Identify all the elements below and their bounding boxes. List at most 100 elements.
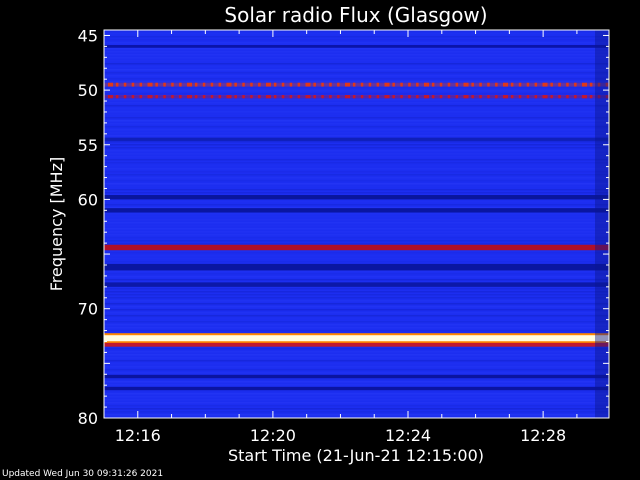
band-2-dot — [392, 95, 395, 99]
band-2-dot — [194, 95, 198, 99]
band-1-dot — [558, 82, 561, 87]
band-2-dot — [518, 95, 522, 99]
texture-line — [104, 297, 609, 299]
band-3 — [104, 137, 609, 141]
band-1-dot — [487, 82, 490, 87]
band-2-dot — [179, 95, 182, 99]
band-2-dot — [487, 95, 490, 99]
band-1-dot — [202, 82, 206, 87]
texture-line — [104, 360, 609, 362]
band-2-dot — [455, 95, 459, 99]
texture-line — [104, 159, 609, 161]
texture-line — [104, 318, 609, 320]
band-2-dot — [139, 95, 143, 99]
band-1-dot — [115, 82, 119, 87]
band-1-dot — [408, 82, 411, 87]
band-2-dot — [210, 95, 214, 99]
texture-line — [104, 348, 609, 350]
texture-line — [104, 78, 609, 80]
chart-title: Solar radio Flux (Glasgow) — [224, 3, 487, 27]
texture-line — [104, 225, 609, 227]
band-2-dot — [147, 95, 153, 99]
band-1-dot — [534, 82, 538, 87]
texture-line — [104, 117, 609, 119]
band-2-dot — [574, 95, 577, 99]
texture-line — [104, 123, 609, 125]
band-2-dot — [187, 95, 192, 99]
band-1-dot — [400, 82, 403, 87]
texture-line — [104, 132, 609, 134]
band-2-dot — [226, 95, 232, 99]
band-2-dot — [416, 95, 419, 99]
band-1-dot — [147, 82, 153, 87]
texture-line — [104, 33, 609, 35]
y-tick-label: 45 — [78, 26, 98, 45]
texture-line — [104, 60, 609, 62]
band-2-dot — [329, 95, 332, 99]
band-2-dot — [526, 95, 530, 99]
band-2-dot — [313, 95, 316, 99]
texture-line — [104, 162, 609, 164]
band-1-dot — [463, 82, 469, 87]
texture-line — [104, 177, 609, 179]
band-1-dot — [479, 82, 482, 87]
band-1-dot — [455, 82, 459, 87]
band-1-dot — [305, 82, 311, 87]
band-2-dot — [337, 95, 340, 99]
x-tick-label: 12:16 — [115, 426, 161, 445]
x-axis-label: Start Time (21-Jun-21 12:15:00) — [228, 446, 484, 465]
band-1-dot — [518, 82, 522, 87]
texture-line — [104, 411, 609, 413]
texture-line — [104, 408, 609, 410]
band-2-dot — [305, 95, 311, 99]
texture-line — [104, 141, 609, 143]
band-2-dot — [589, 95, 593, 99]
band-2-dot — [376, 95, 380, 99]
band-1-dot — [273, 82, 277, 87]
texture-line — [104, 150, 609, 152]
texture-line — [104, 189, 609, 191]
band-1-dot — [250, 82, 253, 87]
texture-line — [104, 69, 609, 71]
band-2-dot — [234, 95, 237, 99]
texture-line — [104, 114, 609, 116]
band-1-dot — [376, 82, 380, 87]
band-1-dot — [384, 82, 390, 87]
band-8 — [104, 282, 609, 287]
band-2-dot — [163, 95, 166, 99]
texture-line — [104, 192, 609, 194]
texture-line — [104, 144, 609, 146]
texture-line — [104, 363, 609, 365]
band-1-dot — [313, 82, 316, 87]
band-9 — [104, 335, 609, 342]
texture-line — [104, 240, 609, 242]
band-1-dot — [321, 82, 324, 87]
band-1-dot — [289, 82, 293, 87]
band-2-dot — [384, 95, 390, 99]
band-1-dot — [108, 82, 113, 87]
texture-line — [104, 129, 609, 131]
band-1-dot — [123, 82, 127, 87]
band-1-dot — [589, 82, 593, 87]
band-2-dot — [258, 95, 261, 99]
band-2-dot — [171, 95, 174, 99]
texture-line — [104, 354, 609, 356]
texture-line — [104, 234, 609, 236]
band-2-dot — [123, 95, 127, 99]
band-2-dot — [289, 95, 293, 99]
band-2-dot — [558, 95, 561, 99]
band-2-dot — [431, 95, 435, 99]
band-1-dot — [258, 82, 261, 87]
texture-line — [104, 171, 609, 173]
texture-line — [104, 321, 609, 323]
band-2-dot — [471, 95, 474, 99]
band-1-dot — [194, 82, 198, 87]
band-1-dot — [582, 82, 587, 87]
y-axis-label: Frequency [MHz] — [47, 157, 66, 291]
texture-line — [104, 330, 609, 332]
texture-line — [104, 111, 609, 113]
texture-line — [104, 66, 609, 68]
texture-line — [104, 54, 609, 56]
texture-line — [104, 243, 609, 245]
band-2-dot — [408, 95, 411, 99]
